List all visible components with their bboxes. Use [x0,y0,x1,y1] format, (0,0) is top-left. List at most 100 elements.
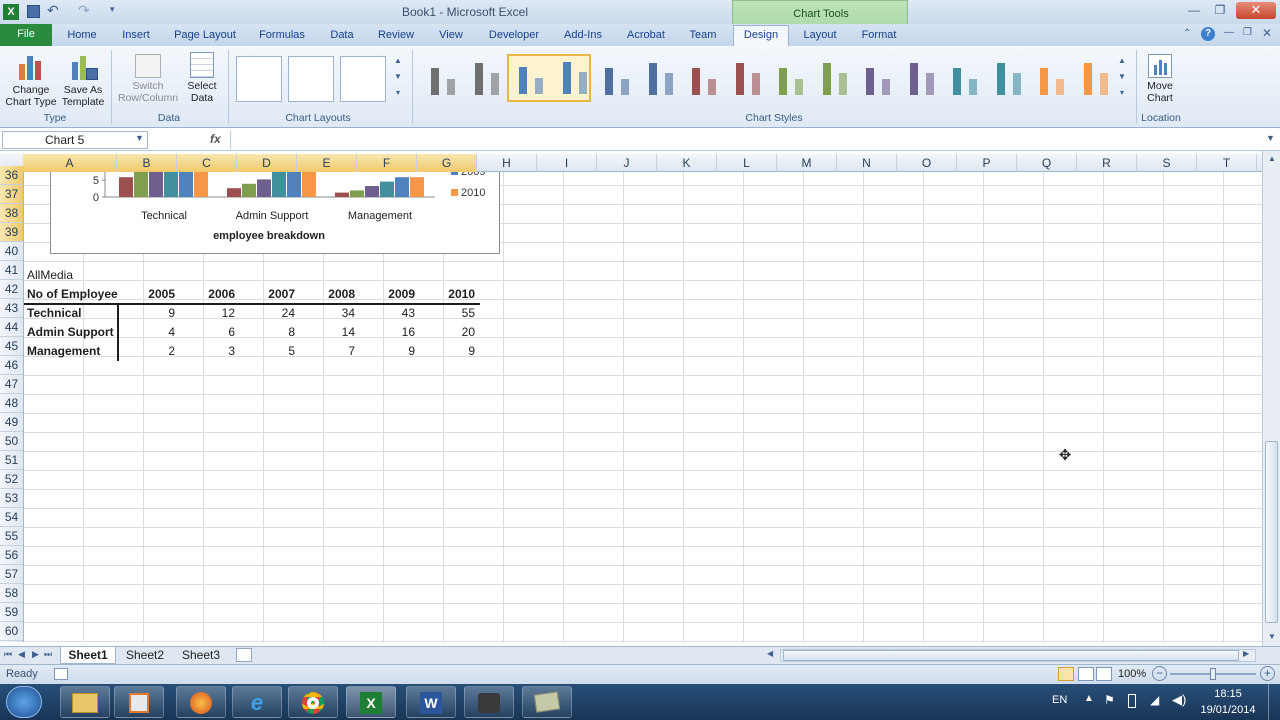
chart-style-4[interactable] [681,54,765,102]
column-header-p[interactable]: P [957,154,1017,172]
row-header-58[interactable]: 58 [0,584,23,603]
zoom-in-button[interactable]: + [1260,666,1275,681]
formula-input[interactable] [230,131,1264,149]
collapse-ribbon-icon[interactable]: ⌃ [1183,28,1191,39]
last-sheet-arrow[interactable]: ⏭ [44,649,52,660]
help-icon[interactable]: ? [1201,27,1215,41]
tab-acrobat[interactable]: Acrobat [620,26,672,46]
value-cell[interactable]: 9 [118,304,178,323]
close-button[interactable]: ✕ [1236,2,1276,19]
value-cell[interactable]: 8 [238,323,298,342]
redo-icon[interactable]: ↷ [78,2,90,19]
row-header-37[interactable]: 37 [0,185,23,204]
layouts-scroll-down-icon[interactable]: ▼ [392,72,404,86]
tab-formulas[interactable]: Formulas [252,26,312,46]
row-header-56[interactable]: 56 [0,546,23,565]
row-header-43[interactable]: 43 [0,299,23,318]
insert-function-button[interactable]: fx [210,132,221,146]
zoom-slider[interactable] [1170,668,1256,680]
value-cell[interactable]: 14 [298,323,358,342]
table-header-cell[interactable]: 2007 [238,285,298,304]
show-hidden-icons[interactable]: ▲ [1084,693,1094,704]
tab-format[interactable]: Format [852,26,906,46]
column-header-c[interactable]: C [177,154,237,172]
row-header-44[interactable]: 44 [0,318,23,337]
tab-insert[interactable]: Insert [114,26,158,46]
row-header-52[interactable]: 52 [0,470,23,489]
flag-icon[interactable]: ⚑ [1104,693,1115,707]
column-header-k[interactable]: K [657,154,717,172]
save-icon[interactable] [27,5,40,18]
taskbar-media-player[interactable] [114,686,164,718]
value-cell[interactable]: 55 [418,304,478,323]
row-header-50[interactable]: 50 [0,432,23,451]
macro-record-icon[interactable] [54,668,68,680]
taskbar-firefox[interactable] [176,686,226,718]
tab-developer[interactable]: Developer [482,26,546,46]
row-header-46[interactable]: 46 [0,356,23,375]
value-cell[interactable]: 20 [418,323,478,342]
column-header-a[interactable]: A [23,154,117,172]
column-header-q[interactable]: Q [1017,154,1077,172]
value-cell[interactable]: 5 [238,342,298,361]
row-label-cell[interactable]: Technical [24,304,118,323]
column-header-s[interactable]: S [1137,154,1197,172]
value-cell[interactable]: 6 [178,323,238,342]
sheet-tab-sheet3[interactable]: Sheet3 [174,647,228,664]
network-icon[interactable]: ◢ [1150,693,1159,707]
select-data-button[interactable]: Select Data [182,52,222,104]
scroll-up-arrow[interactable]: ▲ [1264,151,1280,167]
column-header-h[interactable]: H [477,154,537,172]
minimize-button[interactable]: — [1182,3,1206,19]
sheet-tab-sheet2[interactable]: Sheet2 [118,647,172,664]
row-header-48[interactable]: 48 [0,394,23,413]
table-header-cell[interactable]: No of Employee [24,285,118,304]
taskbar-app-2[interactable] [522,686,572,718]
taskbar-internet-explorer[interactable]: e [232,686,282,718]
row-header-42[interactable]: 42 [0,280,23,299]
page-break-view-icon[interactable] [1096,667,1112,681]
taskbar-app[interactable] [464,686,514,718]
tab-page-layout[interactable]: Page Layout [170,26,240,46]
tab-review[interactable]: Review [372,26,420,46]
column-header-j[interactable]: J [597,154,657,172]
table-header-cell[interactable]: 2009 [358,285,418,304]
table-header-cell[interactable]: 2005 [118,285,178,304]
styles-scroll-down-icon[interactable]: ▼ [1116,72,1128,86]
tab-data[interactable]: Data [322,26,362,46]
chart-layout-3[interactable] [340,56,386,102]
row-header-54[interactable]: 54 [0,508,23,527]
value-cell[interactable]: 9 [358,342,418,361]
value-cell[interactable]: 34 [298,304,358,323]
row-header-49[interactable]: 49 [0,413,23,432]
taskbar-word[interactable]: W [406,686,456,718]
hscroll-right-arrow[interactable]: ▶ [1243,649,1249,658]
chart-style-8[interactable] [1029,54,1113,102]
tab-view[interactable]: View [432,26,470,46]
insert-sheet-icon[interactable] [236,648,252,662]
chart-style-3[interactable] [594,54,678,102]
start-button[interactable] [6,686,42,718]
change-chart-type-button[interactable]: Change Chart Type [4,52,58,108]
chart-style-6[interactable] [855,54,939,102]
column-header-e[interactable]: E [297,154,357,172]
language-indicator[interactable]: EN [1052,694,1067,706]
chart-style-7[interactable] [942,54,1026,102]
layouts-more-icon[interactable]: ▾ [392,88,404,102]
column-header-d[interactable]: D [237,154,297,172]
value-cell[interactable]: 7 [298,342,358,361]
workbook-restore-button[interactable]: ❐ [1243,27,1252,38]
row-header-59[interactable]: 59 [0,603,23,622]
column-header-t[interactable]: T [1197,154,1257,172]
company-name[interactable]: AllMedia [24,266,144,285]
hscroll-thumb[interactable] [783,650,1239,661]
row-header-40[interactable]: 40 [0,242,23,261]
row-header-47[interactable]: 47 [0,375,23,394]
embedded-chart[interactable]: 5 0 Technical Admin Support Management employ… [50,172,500,254]
value-cell[interactable]: 2 [118,342,178,361]
column-header-m[interactable]: M [777,154,837,172]
row-header-41[interactable]: 41 [0,261,23,280]
vertical-scrollbar[interactable]: ▲ ▼ [1262,151,1280,648]
row-header-53[interactable]: 53 [0,489,23,508]
column-header-b[interactable]: B [117,154,177,172]
